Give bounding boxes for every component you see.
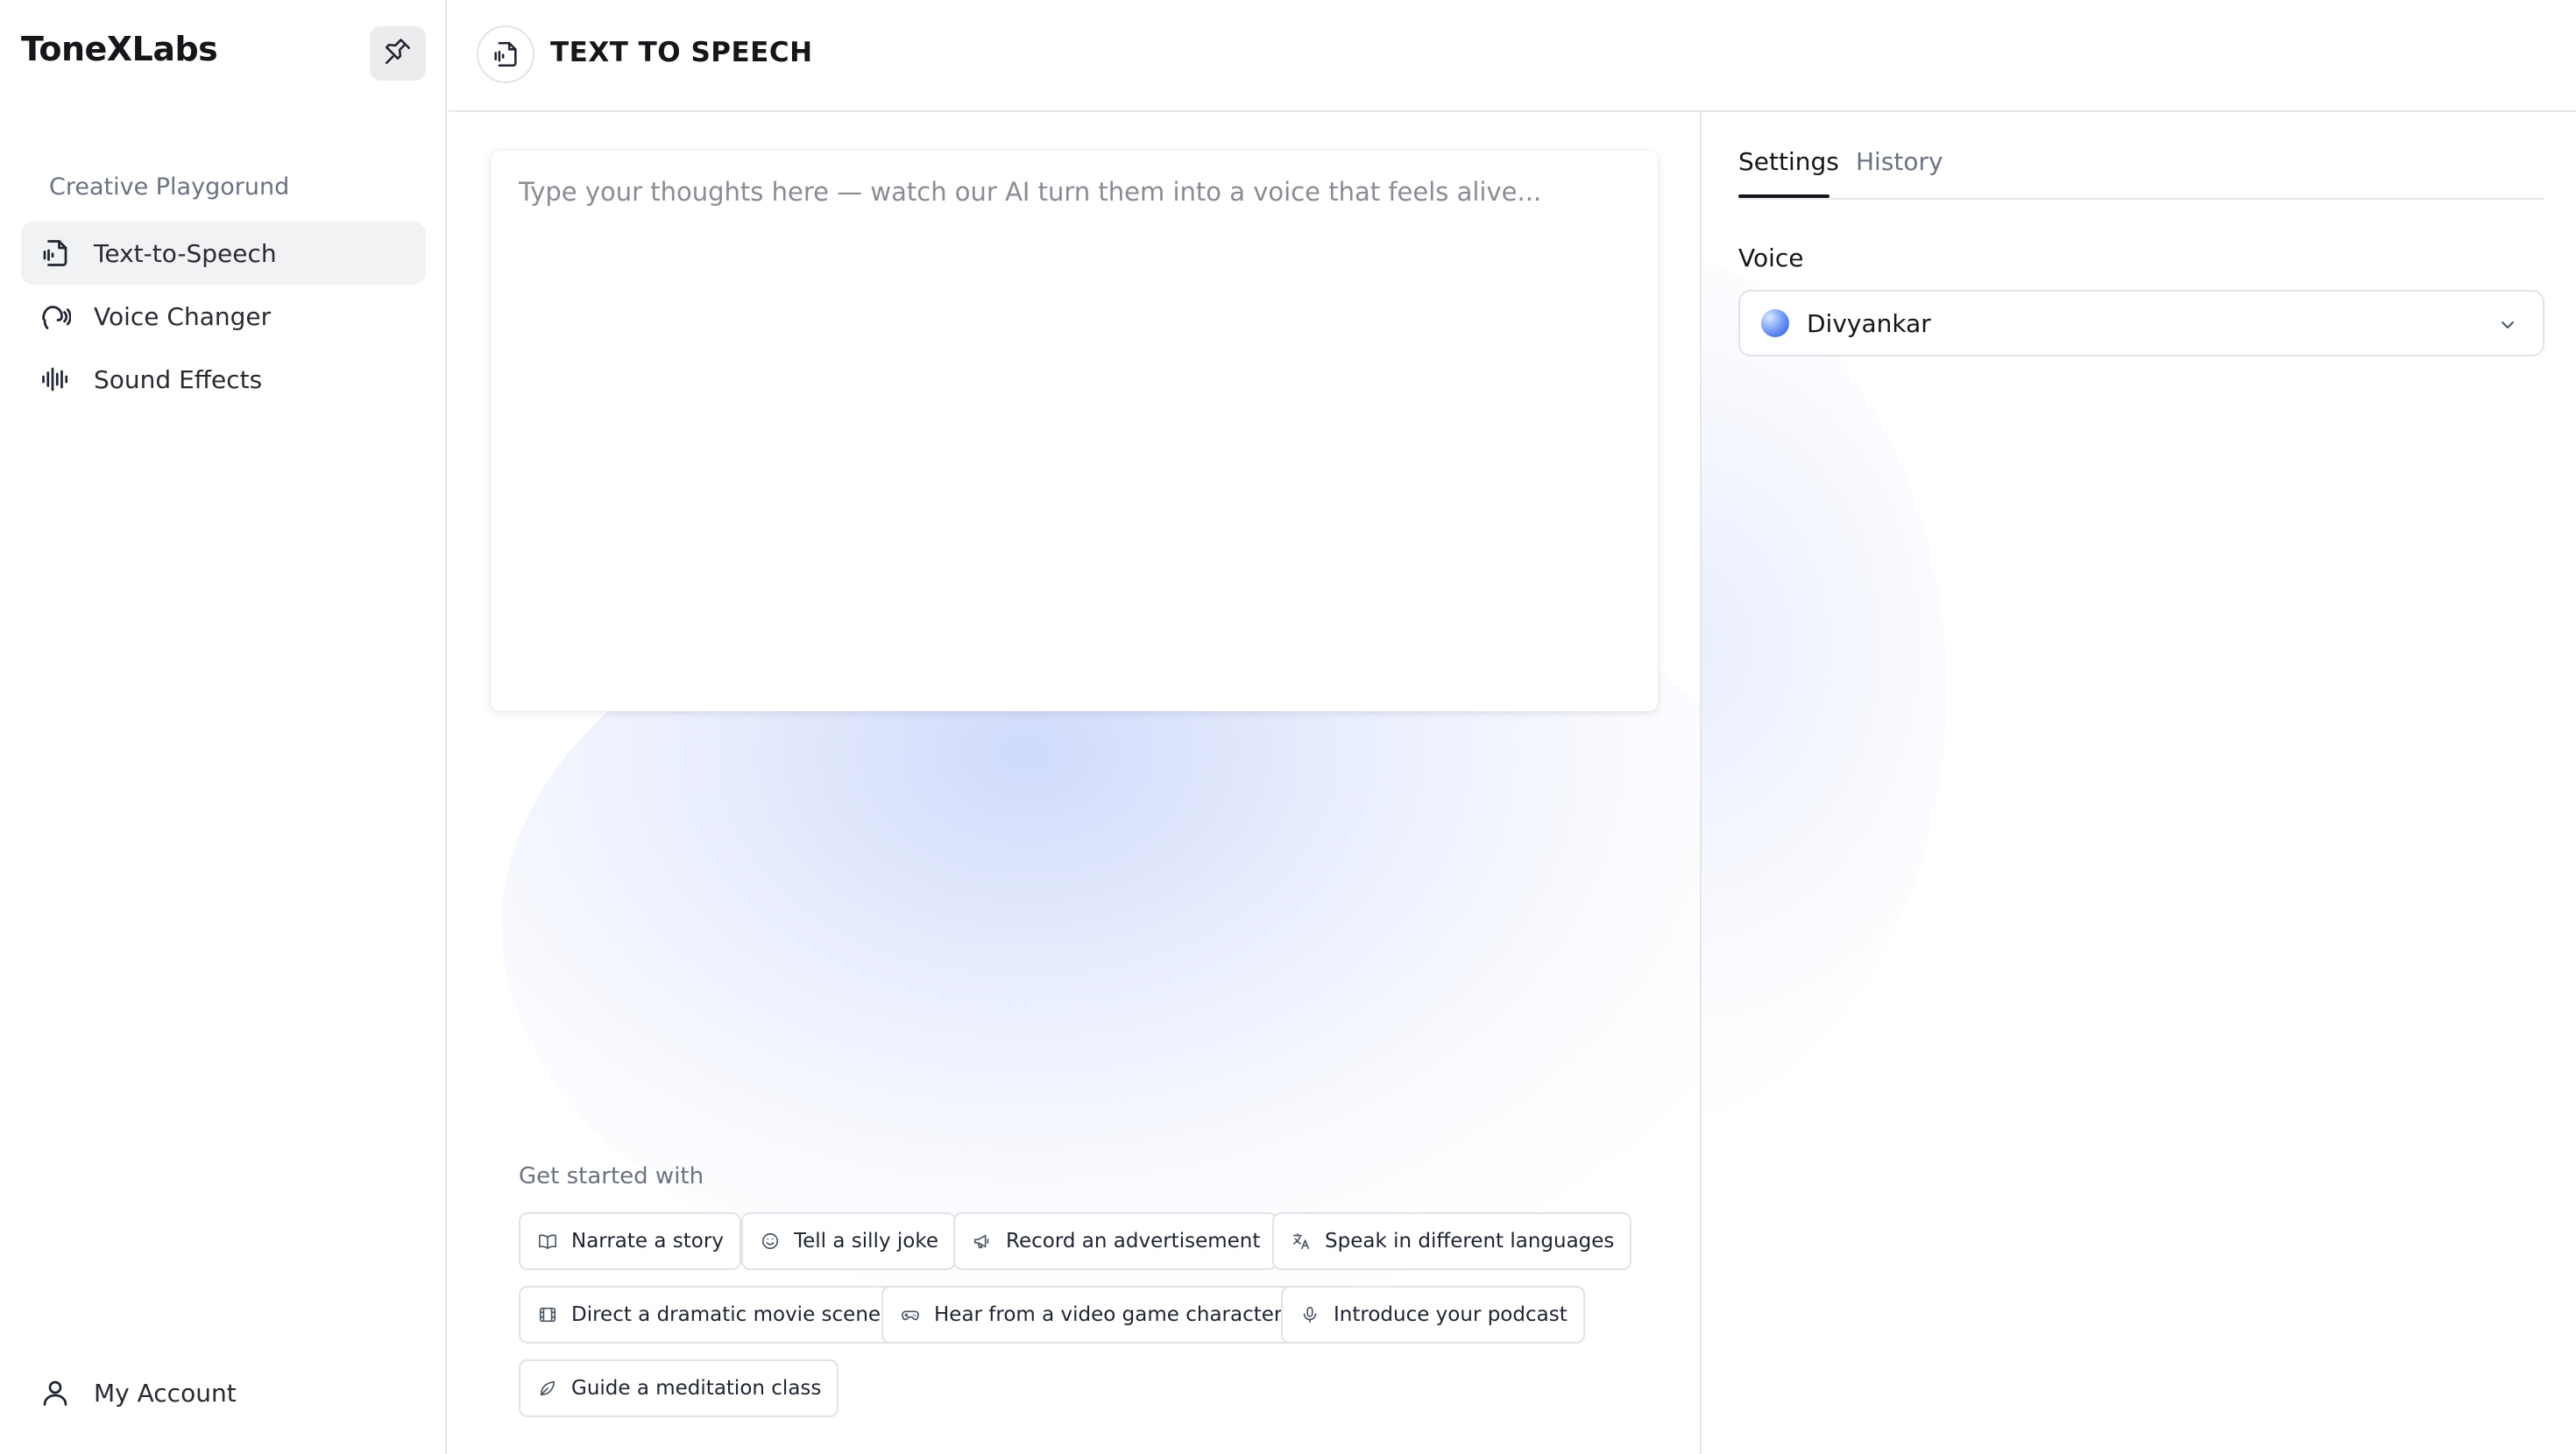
brand-logo[interactable]: ToneXLabs (21, 30, 218, 68)
chip-narrate-story[interactable]: Narrate a story (519, 1212, 741, 1270)
chip-label: Narrate a story (571, 1230, 724, 1253)
chip-label: Direct a dramatic movie scene (571, 1303, 881, 1326)
page-title: TEXT TO SPEECH (550, 37, 813, 68)
gamepad-icon (899, 1303, 922, 1326)
chip-label: Guide a meditation class (571, 1377, 822, 1400)
text-to-speech-icon (477, 25, 534, 83)
microphone-icon (1299, 1303, 1321, 1326)
voice-label: Voice (1738, 244, 1804, 272)
text-to-speech-icon (37, 235, 74, 272)
get-started-label: Get started with (519, 1163, 704, 1189)
background-glow (1702, 244, 1947, 1137)
translate-icon (1290, 1230, 1313, 1253)
sidebar-nav: Text-to-Speech Voice Changer Sound Effec… (21, 222, 426, 411)
voice-changer-icon (37, 298, 74, 335)
voice-avatar (1761, 309, 1789, 337)
sidebar-item-label: Sound Effects (94, 364, 263, 394)
sidebar-item-voice-changer[interactable]: Voice Changer (21, 285, 426, 348)
chip-label: Tell a silly joke (794, 1230, 938, 1253)
sidebar: ToneXLabs Creative Playgorund Text-to-Sp… (0, 0, 447, 1454)
sidebar-item-text-to-speech[interactable]: Text-to-Speech (21, 222, 426, 285)
account-label: My Account (94, 1378, 237, 1408)
text-editor-card (491, 151, 1658, 711)
my-account-button[interactable]: My Account (21, 1362, 426, 1423)
chip-label: Hear from a video game character (934, 1303, 1283, 1326)
sound-effects-icon (37, 361, 74, 398)
app-root: ToneXLabs Creative Playgorund Text-to-Sp… (0, 0, 2576, 1454)
active-tab-indicator (1738, 194, 1829, 198)
voice-select[interactable]: Divyankar (1738, 290, 2544, 356)
chevron-down-icon (2495, 313, 2520, 337)
settings-panel: Settings History Voice Divyankar (1700, 112, 2576, 1454)
chip-meditation-class[interactable]: Guide a meditation class (519, 1359, 839, 1417)
chip-silly-joke[interactable]: Tell a silly joke (741, 1212, 956, 1270)
film-icon (536, 1303, 559, 1326)
megaphone-icon (971, 1230, 994, 1253)
sidebar-item-label: Voice Changer (94, 301, 272, 331)
chip-dramatic-movie-scene[interactable]: Direct a dramatic movie scene (519, 1286, 899, 1344)
tab-history[interactable]: History (1856, 147, 1943, 176)
sidebar-item-sound-effects[interactable]: Sound Effects (21, 348, 426, 411)
chip-video-game-character[interactable]: Hear from a video game character (881, 1286, 1300, 1344)
chip-label: Record an advertisement (1006, 1230, 1261, 1253)
page-header: TEXT TO SPEECH (449, 0, 2576, 112)
book-icon (536, 1230, 559, 1253)
voice-selected-value: Divyankar (1807, 308, 1931, 338)
text-input[interactable] (491, 151, 1658, 711)
chip-record-advertisement[interactable]: Record an advertisement (953, 1212, 1278, 1270)
tab-settings[interactable]: Settings (1738, 147, 1839, 176)
sidebar-item-label: Text-to-Speech (94, 238, 277, 268)
chip-different-languages[interactable]: Speak in different languages (1272, 1212, 1632, 1270)
leaf-icon (536, 1377, 559, 1400)
smile-icon (759, 1230, 782, 1253)
chip-label: Speak in different languages (1325, 1230, 1615, 1253)
main-content: Get started with Narrate a story Tell a … (449, 112, 1700, 1454)
chip-introduce-podcast[interactable]: Introduce your podcast (1281, 1286, 1585, 1344)
settings-tabs: Settings History (1738, 112, 2544, 200)
pin-sidebar-button[interactable] (370, 26, 426, 81)
sidebar-section-label: Creative Playgorund (49, 173, 290, 201)
chip-label: Introduce your podcast (1334, 1303, 1568, 1326)
user-icon (37, 1374, 74, 1411)
pin-icon (383, 37, 413, 70)
